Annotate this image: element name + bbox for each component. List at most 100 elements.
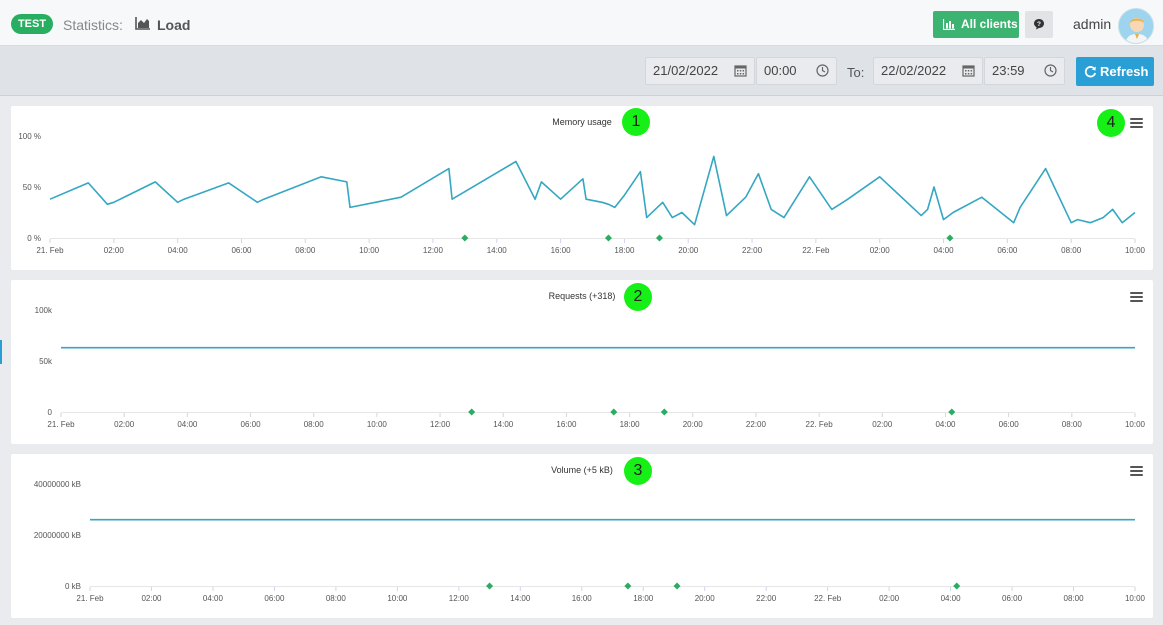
user-avatar[interactable] [1118,8,1154,44]
calendar-icon[interactable] [962,64,975,77]
annotation-marker-1: 1 [622,108,650,136]
x-tick-label: 12:00 [423,246,444,255]
x-tick-label: 18:00 [633,594,654,603]
x-tick-label: 10:00 [1125,420,1146,429]
annotation-marker-4: 4 [1097,109,1125,137]
help-chat-button[interactable]: ? [1025,11,1053,38]
x-tick-label: 21. Feb [76,594,104,603]
annotation-marker-2: 2 [624,283,652,311]
x-tick-label: 20:00 [678,246,699,255]
x-tick-label: 10:00 [367,420,388,429]
x-tick-label: 06:00 [264,594,285,603]
x-tick-label: 08:00 [1062,420,1083,429]
clock-icon[interactable] [1044,64,1057,77]
x-tick-label: 21. Feb [47,420,75,429]
x-tick-label: 10:00 [387,594,408,603]
x-tick-label: 20:00 [695,594,716,603]
event-marker[interactable] [953,582,961,590]
x-tick-label: 12:00 [430,420,451,429]
x-tick-label: 02:00 [104,246,125,255]
memory-usage-chart: 0 % 50 % 100 % 21. Feb 02:00 04:00 06:00 08:00 1… [18,132,1146,255]
event-marker[interactable] [610,408,618,416]
y-tick-label: 20000000 kB [34,531,81,540]
y-tick-label: 0 % [27,234,41,243]
event-marker[interactable] [486,582,494,590]
event-marker[interactable] [948,408,956,416]
event-marker[interactable] [624,582,632,590]
x-tick-label: 06:00 [1002,594,1023,603]
event-marker[interactable] [656,234,664,242]
x-tick-label: 18:00 [620,420,641,429]
clock-icon[interactable] [816,64,829,77]
x-tick-label: 16:00 [556,420,577,429]
x-tick-label: 04:00 [935,420,956,429]
breadcrumb-label: Statistics: [63,17,123,33]
event-marker[interactable] [604,234,612,242]
requests-panel: Requests (+318) 0 50k 100k 21. Feb 02:00 04:0… [11,280,1153,444]
y-tick-label: 100k [35,306,53,315]
x-tick-label: 18:00 [614,246,635,255]
series-line [49,155,1136,226]
refresh-label: Refresh [1100,64,1149,79]
y-tick-label: 40000000 kB [34,480,81,489]
x-tick-label: 02:00 [879,594,900,603]
all-clients-label: All clients [961,17,1018,31]
x-tick-label: 04:00 [941,594,962,603]
x-tick-label: 10:00 [1125,594,1146,603]
from-time-field[interactable]: 00:00 [756,57,837,85]
svg-text:?: ? [1037,21,1041,28]
username[interactable]: admin [1073,16,1111,32]
x-tick-label: 06:00 [999,420,1020,429]
chat-icon: ? [1034,19,1044,30]
from-time-value: 00:00 [764,63,797,78]
page-title: Load [157,17,191,33]
x-tick-label: 16:00 [572,594,593,603]
x-tick-label: 08:00 [1064,594,1085,603]
x-tick-label: 02:00 [872,420,893,429]
x-tick-label: 22. Feb [802,246,830,255]
requests-chart: 0 50k 100k 21. Feb 02:00 04:00 06:00 08:00 10:00… [35,306,1146,429]
x-tick-label: 10:00 [1125,246,1146,255]
to-time-field[interactable]: 23:59 [984,57,1065,85]
x-tick-label: 06:00 [241,420,262,429]
x-tick-label: 04:00 [934,246,955,255]
x-tick-label: 20:00 [683,420,704,429]
sidebar-edge-indicator [0,340,2,364]
x-tick-label: 22:00 [742,246,763,255]
x-tick-label: 16:00 [551,246,572,255]
event-marker[interactable] [461,234,469,242]
from-date-field[interactable]: 21/02/2022 [645,57,755,85]
x-tick-label: 02:00 [114,420,135,429]
x-tick-label: 04:00 [168,246,189,255]
event-marker[interactable] [468,408,476,416]
all-clients-button[interactable]: All clients [933,11,1019,38]
from-date-value: 21/02/2022 [653,63,719,78]
x-tick-label: 22:00 [756,594,777,603]
x-tick-label: 06:00 [997,246,1018,255]
x-tick-label: 02:00 [141,594,162,603]
x-tick-label: 21. Feb [36,246,64,255]
to-date-field[interactable]: 22/02/2022 [873,57,983,85]
x-tick-label: 10:00 [359,246,380,255]
x-tick-label: 02:00 [870,246,891,255]
annotation-marker-3: 3 [624,457,652,485]
refresh-icon [1084,66,1097,78]
event-marker[interactable] [673,582,681,590]
calendar-icon[interactable] [734,64,747,77]
volume-panel: Volume (+5 kB) 0 kB 20000000 kB 40000000 k… [11,454,1153,618]
top-bar: TEST Statistics: Load All clients ? admi… [0,0,1163,46]
refresh-button[interactable]: Refresh [1076,57,1154,86]
x-tick-label: 08:00 [326,594,347,603]
x-tick-label: 08:00 [304,420,325,429]
x-tick-label: 04:00 [177,420,198,429]
y-tick-label: 0 [48,408,53,417]
x-tick-label: 12:00 [449,594,470,603]
x-tick-label: 08:00 [295,246,316,255]
environment-badge: TEST [11,14,53,34]
x-tick-label: 04:00 [203,594,224,603]
event-marker[interactable] [946,234,954,242]
event-marker[interactable] [660,408,668,416]
y-tick-label: 50 % [23,183,41,192]
x-tick-label: 14:00 [487,246,508,255]
volume-chart: 0 kB 20000000 kB 40000000 kB 21. Feb 02:00 04… [34,480,1146,603]
